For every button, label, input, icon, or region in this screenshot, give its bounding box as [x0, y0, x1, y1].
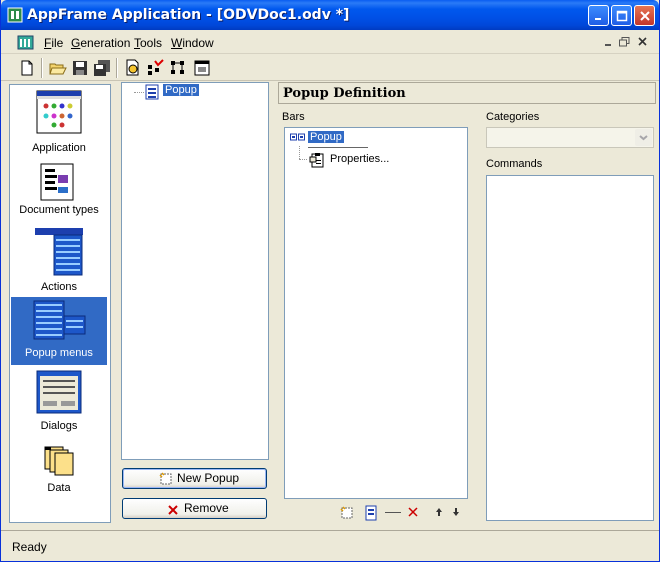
validate-icon[interactable] — [169, 59, 187, 77]
nav-item-document-types[interactable]: Document types — [11, 161, 107, 229]
delete-icon[interactable] — [407, 506, 419, 521]
save-all-icon[interactable] — [93, 59, 111, 77]
menu-generation[interactable]: Generation — [71, 36, 130, 50]
menu-tools[interactable]: Tools — [134, 36, 162, 50]
close-icon — [640, 11, 650, 21]
bars-tree[interactable]: Popup Properties... — [284, 127, 468, 499]
tree-connector — [134, 92, 144, 93]
mdi-close-button[interactable] — [636, 36, 650, 48]
remove-button[interactable]: Remove — [122, 498, 267, 519]
application-icon — [36, 90, 82, 137]
categories-label: Categories — [486, 111, 540, 123]
menu-window[interactable]: Window — [171, 36, 214, 50]
app-icon — [7, 7, 23, 23]
bar-underline — [308, 147, 368, 148]
popup-tree[interactable]: Popup — [121, 82, 269, 460]
properties-icon — [309, 152, 325, 171]
restore-icon — [619, 37, 630, 47]
open-folder-icon[interactable] — [49, 59, 67, 77]
document-types-icon — [40, 163, 76, 206]
tree-connector — [299, 146, 300, 159]
panel-splitter[interactable] — [271, 82, 277, 522]
generate-icon[interactable] — [124, 59, 142, 77]
nav-item-popup-menus[interactable]: Popup menus — [11, 297, 107, 365]
new-popup-icon — [159, 472, 173, 492]
move-up-icon[interactable] — [435, 506, 443, 521]
save-icon[interactable] — [71, 59, 89, 77]
separator-icon[interactable] — [385, 512, 401, 513]
new-document-icon[interactable] — [18, 59, 36, 77]
nav-label: Popup menus — [25, 347, 93, 359]
check-icon[interactable] — [146, 59, 164, 77]
preview-icon[interactable] — [193, 59, 211, 77]
bar-root-icon — [290, 132, 306, 147]
add-item-icon[interactable] — [364, 505, 378, 524]
nav-item-actions[interactable]: Actions — [11, 225, 107, 297]
status-text: Ready — [12, 540, 47, 554]
menu-bar: File Generation Tools Window — [1, 30, 659, 54]
minimize-icon — [605, 44, 611, 46]
popup-tree-icon — [144, 84, 160, 103]
move-down-icon[interactable] — [452, 506, 460, 521]
nav-label: Document types — [19, 204, 99, 216]
close-icon — [638, 37, 647, 46]
remove-icon — [167, 503, 179, 522]
status-bar: Ready — [1, 530, 659, 561]
close-button[interactable] — [634, 5, 655, 26]
toolbar-separator — [41, 58, 43, 78]
maximize-icon — [616, 10, 628, 22]
mdi-restore-button[interactable] — [618, 36, 632, 48]
bar-item-properties[interactable]: Properties... — [330, 153, 389, 165]
toolbar — [1, 54, 659, 81]
popup-menus-icon — [33, 300, 87, 345]
window-title: AppFrame Application - [ODVDoc1.odv *] — [27, 7, 350, 23]
commands-label: Commands — [486, 158, 543, 170]
category-sidebar: Application Document types Actions Popup… — [9, 84, 111, 523]
add-bar-icon[interactable] — [340, 506, 354, 523]
tree-item-popup[interactable]: Popup — [162, 83, 200, 97]
doc-icon — [17, 34, 35, 51]
panel-header: Popup Definition — [278, 82, 656, 104]
remove-label: Remove — [184, 501, 229, 515]
new-popup-label: New Popup — [177, 471, 240, 485]
menu-file[interactable]: File — [44, 36, 63, 50]
chevron-down-icon — [635, 129, 652, 146]
nav-label: Actions — [40, 281, 78, 293]
dialogs-icon — [36, 370, 82, 417]
nav-label: Data — [47, 482, 71, 494]
categories-dropdown[interactable] — [486, 127, 654, 148]
commands-list[interactable] — [486, 175, 654, 521]
actions-icon — [34, 227, 84, 280]
title-bar[interactable]: AppFrame Application - [ODVDoc1.odv *] — [1, 0, 659, 30]
bars-label: Bars — [282, 111, 305, 123]
nav-item-data[interactable]: Data — [11, 442, 107, 502]
mdi-minimize-button[interactable] — [602, 36, 616, 48]
toolbar-separator — [116, 58, 118, 78]
nav-item-dialogs[interactable]: Dialogs — [11, 368, 107, 436]
nav-label: Application — [32, 142, 86, 154]
nav-label: Dialogs — [40, 420, 78, 432]
app-window: AppFrame Application - [ODVDoc1.odv *] F… — [0, 0, 660, 562]
popup-definition-panel: Popup Definition Bars Popup Properties..… — [278, 82, 658, 524]
data-icon — [43, 445, 77, 480]
tree-connector — [299, 159, 307, 160]
new-popup-button[interactable]: New Popup — [122, 468, 267, 489]
minimize-button[interactable] — [588, 5, 609, 26]
nav-item-application[interactable]: Application — [11, 88, 107, 156]
minimize-icon — [595, 18, 601, 20]
bar-item-popup[interactable]: Popup — [308, 131, 344, 143]
maximize-button[interactable] — [611, 5, 632, 26]
